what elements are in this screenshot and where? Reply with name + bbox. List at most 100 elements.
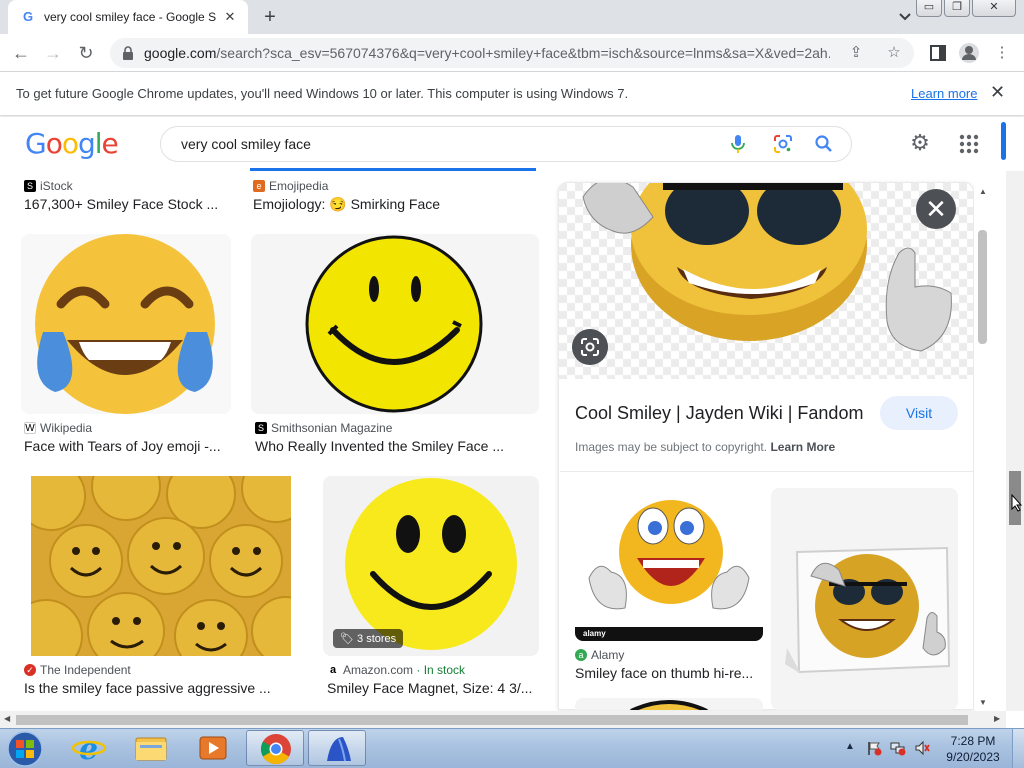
result-source[interactable]: ✓ The Independent	[24, 663, 131, 677]
preview-close-icon[interactable]: ✕	[916, 189, 956, 229]
preview-divider	[560, 471, 974, 472]
related-title[interactable]: Smiley face on thumb hi-re...	[575, 665, 753, 681]
smithsonian-favicon-icon: S	[255, 422, 267, 434]
new-tab-button[interactable]: +	[258, 6, 282, 28]
independent-favicon-icon: ✓	[24, 664, 36, 676]
url-text[interactable]: google.com/search?sca_esv=567074376&q=ve…	[144, 45, 830, 61]
windows-start-button-icon[interactable]	[4, 731, 46, 767]
selected-image-indicator	[250, 168, 536, 171]
reload-icon[interactable]: ↻	[73, 40, 99, 66]
taskbar-file-explorer[interactable]	[122, 730, 180, 766]
bookmark-star-icon[interactable]: ☆	[882, 41, 906, 65]
partial-smiley-icon	[630, 700, 708, 710]
result-image-many-smileys[interactable]	[31, 476, 291, 656]
search-icon[interactable]	[813, 133, 835, 155]
result-title[interactable]: 167,300+ Smiley Face Stock ...	[24, 196, 218, 212]
back-arrow-icon[interactable]: ←	[8, 40, 34, 66]
google-logo-letter: o	[45, 127, 63, 160]
stores-badge: 🏷 3 stores	[333, 629, 404, 648]
infobar-learn-more-link[interactable]: Learn more	[911, 86, 977, 101]
tag-icon: 🏷	[340, 633, 358, 645]
alamy-watermark: alamy	[583, 629, 606, 638]
istock-favicon-icon: S	[24, 180, 36, 192]
result-source[interactable]: a Amazon.com · In stock	[327, 663, 465, 677]
clock-date: 9/20/2023	[946, 750, 1000, 764]
result-title[interactable]: Is the smiley face passive aggressive ..…	[24, 680, 271, 696]
scroll-right-icon[interactable]: ▶	[994, 714, 1000, 723]
volume-muted-icon[interactable]	[914, 740, 930, 756]
address-bar[interactable]: google.com/search?sca_esv=567074376&q=ve…	[110, 38, 914, 68]
result-title[interactable]: Face with Tears of Joy emoji -...	[24, 438, 221, 454]
taskbar-chrome[interactable]	[246, 730, 304, 766]
window-close-button[interactable]: ✕	[972, 0, 1016, 17]
scroll-left-icon[interactable]: ◀	[4, 714, 10, 723]
result-title[interactable]: Who Really Invented the Smiley Face ...	[255, 438, 504, 454]
wikipedia-favicon-icon: W	[24, 422, 36, 434]
mouse-cursor-icon	[1011, 494, 1023, 512]
preview-title[interactable]: Cool Smiley | Jayden Wiki | Fandom	[575, 403, 863, 424]
tab-search-chevron-icon[interactable]	[895, 8, 915, 26]
taskbar-internet-explorer[interactable]: e	[60, 730, 118, 767]
result-source[interactable]: S Smithsonian Magazine	[255, 421, 392, 435]
tab-close-icon[interactable]: ✕	[222, 9, 238, 25]
browser-tab[interactable]: G very cool smiley face - Google Se ✕	[8, 0, 248, 34]
browser-toolbar: ← → ↻ google.com/search?sca_esv=56707437…	[0, 34, 1024, 72]
account-button-edge[interactable]	[1001, 122, 1006, 160]
visit-button[interactable]: Visit	[880, 396, 958, 430]
clock-time: 7:28 PM	[950, 734, 996, 748]
google-apps-icon[interactable]	[958, 133, 980, 155]
lock-icon	[123, 46, 133, 60]
classic-smiley-icon	[305, 235, 483, 413]
preview-scrollbar-thumb[interactable]	[978, 230, 987, 344]
search-box[interactable]: very cool smiley face	[160, 126, 852, 162]
related-source[interactable]: a Alamy	[575, 648, 624, 662]
forward-arrow-icon[interactable]: →	[40, 40, 66, 66]
preview-scroll-down-icon[interactable]: ▼	[979, 698, 987, 707]
google-logo-letter: g	[77, 127, 96, 160]
show-desktop-button[interactable]	[1012, 729, 1024, 768]
settings-gear-icon[interactable]: ⚙	[908, 131, 932, 155]
google-logo-letter: e	[101, 127, 119, 160]
blue-app-icon	[327, 737, 351, 762]
result-image-classic-smiley[interactable]	[251, 234, 539, 414]
result-source[interactable]: SiStock	[24, 179, 73, 193]
preview-scroll-up-icon[interactable]: ▲	[979, 187, 987, 196]
related-image-thumbs-up-smiley[interactable]: alamy	[575, 488, 763, 641]
side-panel-icon[interactable]	[927, 42, 949, 64]
action-center-flag-icon[interactable]	[866, 740, 882, 756]
profile-avatar-icon[interactable]	[958, 42, 980, 64]
show-hidden-icons-icon[interactable]: ▲	[845, 741, 855, 752]
cool-smiley-preview-image[interactable]	[559, 183, 974, 379]
result-title[interactable]: Emojiology: 😏 Smirking Face	[253, 196, 440, 213]
copyright-learn-more-link[interactable]: Learn More	[770, 440, 835, 454]
related-image-smiley-on-laptop[interactable]	[771, 488, 958, 710]
voice-search-icon[interactable]	[729, 133, 747, 155]
thumbs-up-smiley-icon	[575, 500, 763, 641]
copyright-notice: Images may be subject to copyright. Lear…	[575, 440, 836, 454]
media-player-icon	[199, 736, 227, 760]
page-horizontal-scrollbar-thumb[interactable]	[16, 715, 968, 725]
search-query[interactable]: very cool smiley face	[181, 136, 311, 152]
restore-button[interactable]: ❐	[944, 0, 970, 17]
result-source[interactable]: e Emojipedia	[253, 179, 328, 193]
related-image-partial[interactable]	[575, 698, 763, 710]
share-icon[interactable]: ⇪	[844, 41, 868, 65]
google-logo[interactable]: Google	[25, 127, 119, 160]
result-image-tears-of-joy[interactable]	[21, 234, 231, 414]
search-inside-image-lens-icon[interactable]	[572, 329, 608, 365]
google-favicon-icon: G	[22, 9, 34, 24]
chrome-menu-icon[interactable]: ⋮	[991, 42, 1013, 64]
folder-icon	[135, 737, 167, 761]
page-vertical-scrollbar[interactable]	[1006, 171, 1024, 711]
minimize-button[interactable]: ▭	[916, 0, 942, 17]
infobar-close-icon[interactable]: ✕	[990, 82, 1005, 103]
result-source[interactable]: W Wikipedia	[24, 421, 92, 435]
result-title[interactable]: Smiley Face Magnet, Size: 4 3/...	[327, 680, 532, 696]
taskbar-clock[interactable]: 7:28 PM 9/20/2023	[938, 733, 1008, 765]
taskbar-media-player[interactable]	[184, 730, 242, 766]
google-header: Google very cool smiley face ⚙	[0, 117, 1024, 171]
taskbar-app-blue[interactable]	[308, 730, 366, 766]
window-controls: ▭ ❐ ✕	[916, 0, 1016, 17]
network-icon[interactable]	[890, 740, 906, 756]
google-lens-icon[interactable]	[773, 134, 793, 154]
